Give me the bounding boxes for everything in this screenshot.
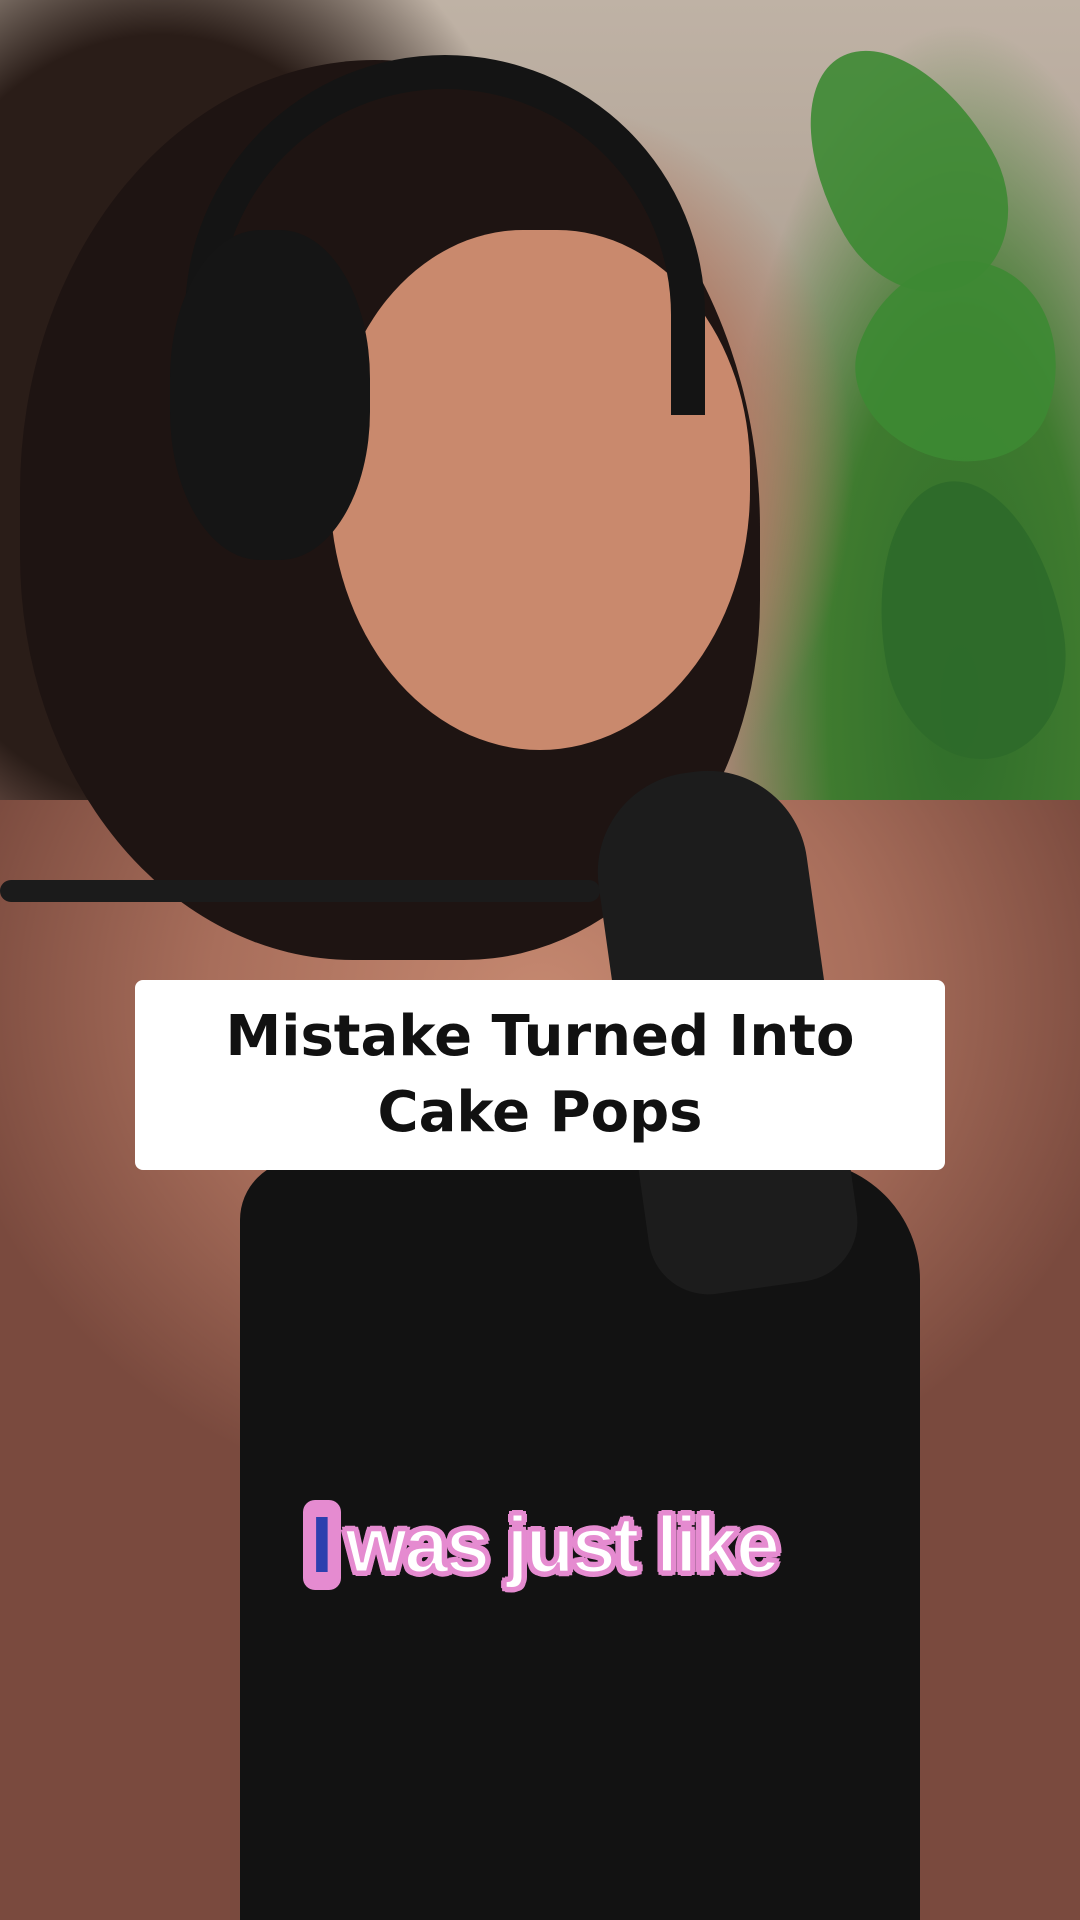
title-card: Mistake Turned Into Cake Pops [135,980,945,1170]
headphones-earcup [170,230,370,560]
video-frame [0,0,1080,1920]
caption: I was just like [0,1499,1080,1591]
video-title: Mistake Turned Into Cake Pops [225,1004,855,1145]
plant-leaf [857,466,1080,774]
mic-arm [0,880,600,902]
caption-word-active: I [302,1500,341,1590]
caption-word: was just like [343,1499,781,1591]
video-player[interactable]: Mistake Turned Into Cake Pops I was just… [0,0,1080,1920]
plant-leaf [831,231,1080,489]
